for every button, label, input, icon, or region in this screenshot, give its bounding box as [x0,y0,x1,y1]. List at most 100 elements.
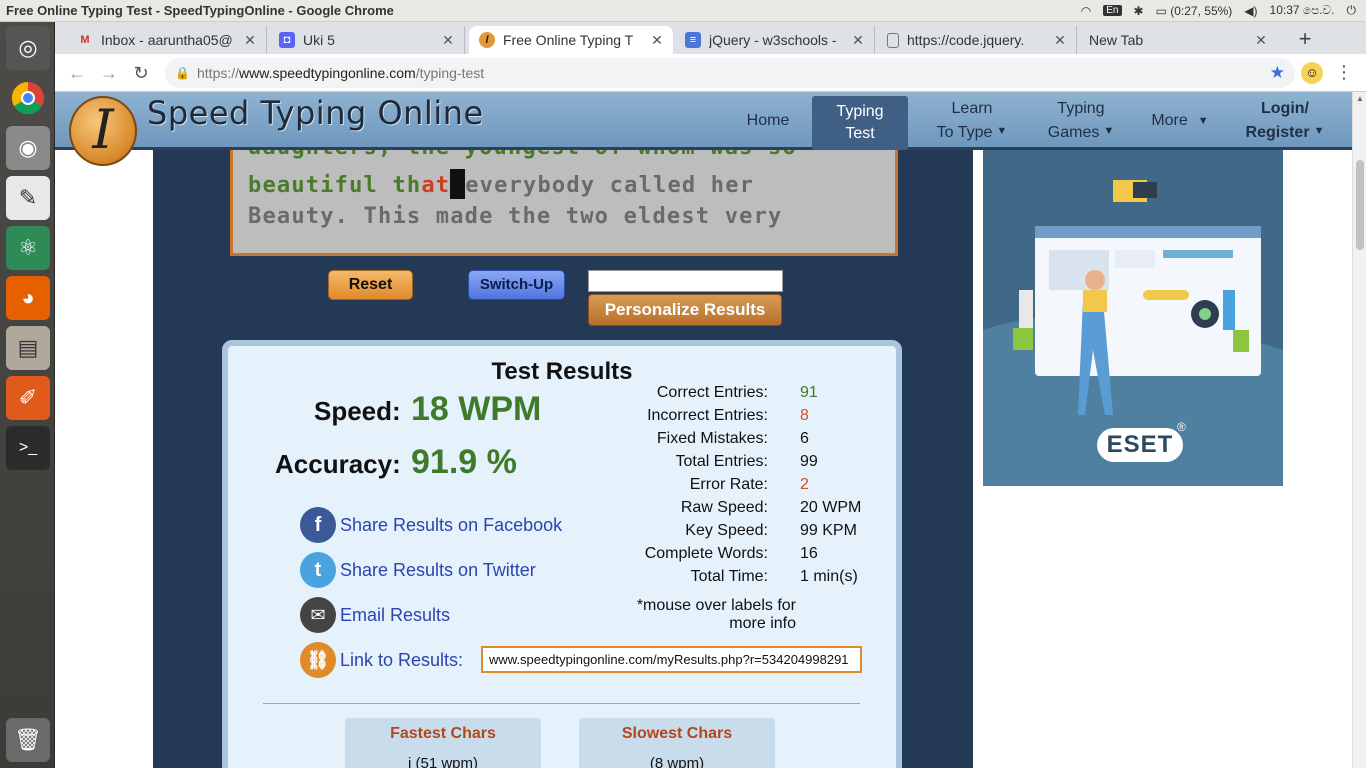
facebook-icon[interactable]: f [300,507,336,543]
stat-label[interactable]: Key Speed: [685,522,768,540]
forward-button[interactable]: → [97,62,121,84]
tab-typing-test[interactable]: I Free Online Typing T ✕ [469,26,673,54]
page-scrollbar[interactable]: ▲ [1352,92,1366,768]
stat-label[interactable]: Error Rate: [690,476,768,494]
stat-label[interactable]: Incorrect Entries: [647,407,768,425]
chrome-launcher-icon[interactable] [6,76,50,120]
stat-value: 99 KPM [800,522,857,539]
accuracy-label[interactable]: Accuracy: [275,449,401,480]
close-icon[interactable]: ✕ [1251,32,1271,49]
lock-icon[interactable]: 🔒 [175,58,190,88]
stat-row: Correct Entries: 91 [608,384,878,406]
text-editor-icon[interactable]: ✎ [6,176,50,220]
personalize-results-button[interactable]: Personalize Results [588,294,782,326]
results-title: Test Results [491,358,633,385]
nav-label: Home [746,112,790,129]
nav-learn-to-type[interactable]: Learn To Type ▼ [925,92,1019,150]
tab-uki5[interactable]: ◘ Uki 5 ✕ [269,26,465,54]
twitter-icon[interactable]: t [300,552,336,588]
stat-label[interactable]: Correct Entries: [657,384,768,402]
share-facebook-row[interactable]: f Share Results on Facebook [300,507,562,543]
email-icon[interactable]: ✉ [300,597,336,633]
bookmark-star-icon[interactable]: ★ [1270,58,1285,88]
nav-label: Register [1245,124,1310,141]
scrollbar-thumb[interactable] [1356,160,1364,250]
stat-row: Complete Words: 16 [608,545,878,567]
typing-text-box[interactable]: daughters, the youngest of whom was so b… [230,142,898,256]
caret-down-icon: ▼ [1313,125,1325,137]
stat-label[interactable]: Raw Speed: [681,499,768,517]
slowest-chars-title: Slowest Chars [621,725,733,742]
close-icon[interactable]: ✕ [848,32,868,49]
speed-label[interactable]: Speed: [314,396,401,427]
clock[interactable]: 10:37 පෙ.ව. [1270,3,1335,18]
back-button[interactable]: ← [65,62,89,84]
slowest-chars-value: (8 wpm) [649,755,705,768]
mouse-over-note: *mouse over labels for more info [608,597,796,633]
stat-label[interactable]: Fixed Mistakes: [657,430,768,448]
note-line: more info [729,615,796,632]
email-results-link[interactable]: Email Results [340,605,450,626]
stat-label[interactable]: Total Entries: [676,453,768,471]
dash-home-icon[interactable]: ◎ [6,26,50,70]
nav-typing-games[interactable]: Typing Games ▼ [1039,92,1123,150]
tab-label: https://code.jquery. [907,32,1025,48]
files-icon[interactable]: ▤ [6,326,50,370]
results-link-field[interactable]: www.speedtypingonline.com/myResults.php?… [481,646,862,673]
site-logo[interactable]: I [69,96,137,166]
nav-more[interactable]: More ▼ [1145,92,1215,150]
untyped-text: Beauty. This made the two eldest very [248,204,783,229]
close-icon[interactable]: ✕ [647,32,667,49]
reset-button[interactable]: Reset [328,270,413,300]
accuracy-value: 91.9 % [411,443,517,481]
eset-logo-text: ESET [1106,431,1174,458]
stat-value: 91 [800,384,818,401]
url-scheme: https:// [197,65,240,81]
bluetooth-icon[interactable]: ✱ [1134,4,1144,18]
switch-up-button[interactable]: Switch-Up [468,270,565,300]
close-icon[interactable]: ✕ [1050,32,1070,49]
tab-jquery-w3schools[interactable]: ≡ jQuery - w3schools - ✕ [675,26,875,54]
nav-home[interactable]: Home [733,92,803,150]
scroll-up-icon[interactable]: ▲ [1356,94,1364,103]
email-row[interactable]: ✉ Email Results [300,597,450,633]
address-bar[interactable]: 🔒 https://www.speedtypingonline.com/typi… [165,58,1295,88]
nav-login-register[interactable]: Login/Register ▼ [1235,92,1335,150]
battery-indicator[interactable]: ▭ (0:27, 55%) [1156,4,1233,18]
tab-new-tab[interactable]: New Tab ✕ [1079,26,1277,54]
speed-value: 18 WPM [411,390,542,428]
nav-label: Typing [1057,100,1105,117]
chrome-menu-icon[interactable]: ⋮ [1335,62,1353,83]
profile-avatar[interactable]: ☺ [1301,62,1323,84]
slowest-chars-box: Slowest Chars (8 wpm) [579,718,775,768]
share-twitter-row[interactable]: t Share Results on Twitter [300,552,536,588]
close-icon[interactable]: ✕ [240,32,260,49]
close-icon[interactable]: ✕ [438,32,458,49]
reload-button[interactable]: ↻ [129,62,153,84]
name-input[interactable] [588,270,783,292]
site-name[interactable]: Speed Typing Online [147,94,484,132]
browser-toolbar: ← → ↻ 🔒 https://www.speedtypingonline.co… [55,54,1366,92]
tab-inbox[interactable]: M Inbox - aarunthа05@ ✕ [67,26,267,54]
new-tab-button[interactable]: + [1291,26,1319,54]
tab-code-jquery[interactable]: https://code.jquery. ✕ [877,26,1077,54]
terminal-icon[interactable]: >_ [6,426,50,470]
trash-icon[interactable]: 🗑 [6,718,50,762]
keyboard-layout-indicator[interactable]: En [1103,5,1122,16]
power-icon[interactable]: ⏻ [1347,3,1357,18]
stat-label[interactable]: Total Time: [691,568,768,586]
camera-app-icon[interactable]: ◉ [6,126,50,170]
eset-advertisement[interactable]: ESET ® [983,150,1283,486]
stat-label[interactable]: Complete Words: [645,545,768,563]
atom-editor-icon[interactable]: ⚛ [6,226,50,270]
test-results-panel: Test Results Speed: 18 WPM Accuracy: 91.… [222,340,902,768]
share-twitter-link[interactable]: Share Results on Twitter [340,560,536,581]
wifi-icon[interactable]: ◠ [1081,4,1091,18]
url-path: /typing-test [415,65,485,81]
nav-typing-test[interactable]: Typing Test [812,96,908,150]
volume-icon[interactable]: ◀) [1244,4,1257,18]
firefox-icon[interactable]: ◕ [6,276,50,320]
tool-app-icon[interactable]: ✐ [6,376,50,420]
share-facebook-link[interactable]: Share Results on Facebook [340,515,562,536]
stat-row: Total Entries: 99 [608,453,878,475]
